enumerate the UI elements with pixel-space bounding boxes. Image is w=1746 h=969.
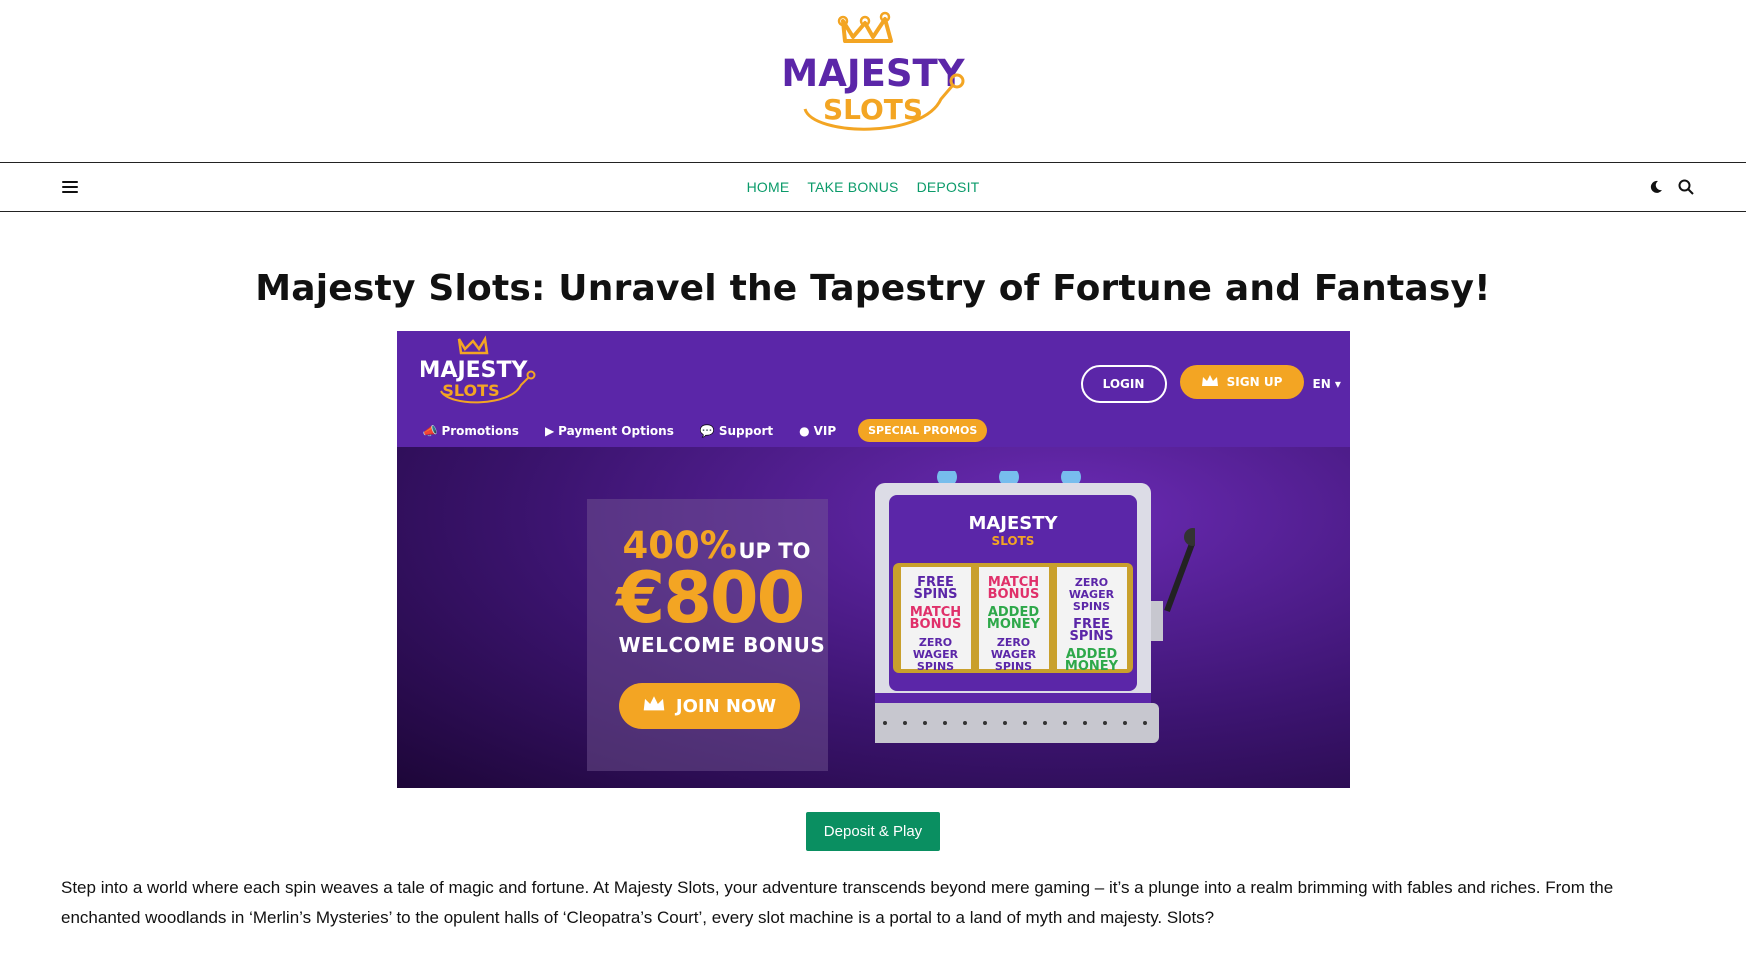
join-now-label: JOIN NOW (675, 695, 777, 717)
slot-machine-graphic: MAJESTY SLOTS FREE SPINS MATCH BONUS ZER… (866, 467, 1202, 788)
article-title: Majesty Slots: Unravel the Tapestry of F… (255, 268, 1491, 309)
moon-icon[interactable] (1648, 179, 1664, 195)
nav-tools (1648, 179, 1694, 195)
banner-signup-label: SIGN UP (1226, 375, 1283, 389)
nav-link-home[interactable]: HOME (747, 179, 790, 195)
svg-text:MAJESTY: MAJESTY (421, 358, 529, 383)
banner-special-promos: SPECIAL PROMOS (858, 419, 988, 442)
join-now-button: JOIN NOW (618, 683, 800, 729)
site-logo[interactable]: MAJESTY SLOTS (773, 11, 973, 151)
logo-text-majesty: MAJESTY (781, 52, 965, 95)
logo-text-slots: SLOTS (823, 93, 923, 126)
nav-links: HOME TAKE BONUS DEPOSIT (747, 179, 980, 195)
banner-lang: EN ▾ (1312, 377, 1341, 391)
search-icon[interactable] (1678, 179, 1694, 195)
hamburger-icon[interactable] (62, 181, 78, 193)
deposit-play-button[interactable]: Deposit & Play (805, 812, 941, 851)
main-navbar: HOME TAKE BONUS DEPOSIT (0, 162, 1746, 212)
nav-link-deposit[interactable]: DEPOSIT (917, 179, 980, 195)
banner-logo: MAJESTY SLOTS (418, 333, 541, 417)
reel-1: FREE SPINS MATCH BONUS ZERO WAGER SPINS (909, 575, 962, 673)
article-body: Step into a world where each spin weaves… (61, 878, 1614, 927)
banner-menu-support: 💬 Support (699, 423, 774, 438)
svg-text:SLOTS: SLOTS (442, 381, 499, 400)
bonus-amount: €800 (616, 557, 806, 639)
crown-icon (642, 695, 666, 718)
diamond-icon: ● (799, 423, 810, 438)
svg-text:SLOTS: SLOTS (991, 534, 1034, 548)
crown-icon (1201, 374, 1219, 391)
bonus-welcome-label: WELCOME BONUS (618, 633, 826, 657)
reel-3: ZERO WAGER SPINS FREE SPINS ADDED MONEY (1064, 576, 1119, 674)
cta-wrapper: Deposit & Play (0, 812, 1746, 851)
banner-signup-button: SIGN UP (1179, 365, 1304, 399)
banner-header: MAJESTY SLOTS LOGIN SIGN UP EN ▾ 📣 Promot… (396, 331, 1350, 447)
banner-menu-vip: ● VIP (799, 423, 837, 438)
banner-menu: 📣 Promotions ▶ Payment Options 💬 Support ● V… (423, 419, 988, 442)
nav-link-take-bonus[interactable]: TAKE BONUS (807, 179, 898, 195)
megaphone-icon: 📣 (422, 423, 438, 438)
svg-text:MAJESTY: MAJESTY (968, 513, 1058, 534)
banner-menu-payment: ▶ Payment Options (544, 423, 674, 438)
banner-login-button: LOGIN (1080, 365, 1167, 403)
welcome-bonus-box: 400% UP TO €800 WELCOME BONUS JOIN NOW (586, 499, 828, 771)
promo-banner-image[interactable]: MAJESTY SLOTS LOGIN SIGN UP EN ▾ 📣 Promot… (396, 331, 1350, 788)
chat-icon: 💬 (699, 423, 715, 438)
site-header: MAJESTY SLOTS (0, 0, 1746, 162)
banner-menu-promotions: 📣 Promotions (422, 423, 519, 438)
play-icon: ▶ (544, 423, 555, 438)
reel-2: MATCH BONUS ADDED MONEY ZERO WAGER SPINS (986, 575, 1041, 673)
logo-graphic: MAJESTY SLOTS (781, 11, 966, 131)
